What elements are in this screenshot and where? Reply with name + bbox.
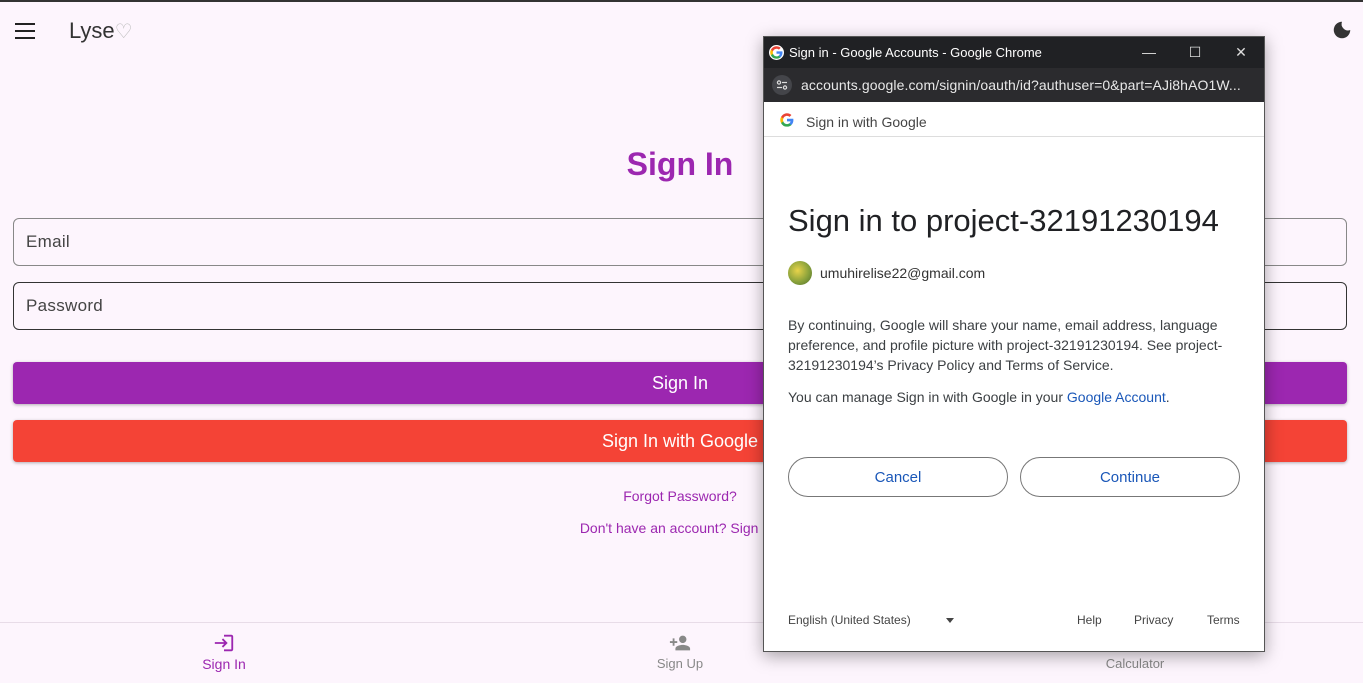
google-logo-icon: [780, 113, 794, 127]
nav-item-sign-up[interactable]: Sign Up: [580, 623, 780, 683]
chevron-down-icon[interactable]: [946, 618, 954, 623]
person-add-icon: [669, 635, 691, 651]
account-chip: umuhirelise22@gmail.com: [788, 261, 1242, 285]
cancel-button[interactable]: Cancel: [788, 457, 1008, 497]
minimize-icon[interactable]: —: [1136, 41, 1162, 63]
terms-link[interactable]: Terms: [1207, 613, 1240, 627]
login-icon: [214, 634, 234, 652]
nav-label-sign-in: Sign In: [202, 656, 246, 672]
manage-suffix: .: [1165, 389, 1170, 405]
heart-icon: ♡: [114, 21, 133, 43]
nav-item-sign-in[interactable]: Sign In: [124, 623, 324, 683]
address-bar[interactable]: accounts.google.com/signin/oauth/id?auth…: [764, 68, 1264, 102]
nav-label-sign-up: Sign Up: [656, 656, 704, 671]
continue-button[interactable]: Continue: [1020, 457, 1240, 497]
google-body: Sign in to project-32191230194 umuhireli…: [788, 203, 1242, 407]
maximize-icon[interactable]: ☐: [1182, 41, 1208, 63]
app-title-text: Lyse: [69, 18, 115, 43]
close-icon[interactable]: ✕: [1228, 41, 1254, 63]
menu-icon[interactable]: [15, 23, 35, 39]
chrome-google-icon: [769, 45, 784, 60]
manage-prefix: You can manage Sign in with Google in yo…: [788, 389, 1067, 405]
window-titlebar[interactable]: Sign in - Google Accounts - Google Chrom…: [764, 37, 1264, 68]
google-signin-window: Sign in - Google Accounts - Google Chrom…: [763, 36, 1265, 652]
consent-title: Sign in to project-32191230194: [788, 203, 1219, 238]
google-account-link[interactable]: Google Account: [1067, 389, 1166, 405]
window-title: Sign in - Google Accounts - Google Chrom…: [789, 45, 1042, 60]
app-title: Lyse♡: [69, 18, 133, 44]
privacy-link[interactable]: Privacy: [1134, 613, 1173, 627]
nav-label-calculator: Calculator: [1105, 656, 1165, 671]
google-header: Sign in with Google: [764, 102, 1264, 137]
avatar: [788, 261, 812, 285]
account-email: umuhirelise22@gmail.com: [820, 265, 986, 281]
help-link[interactable]: Help: [1077, 613, 1102, 627]
url-text: accounts.google.com/signin/oauth/id?auth…: [801, 77, 1241, 93]
site-settings-icon[interactable]: [772, 75, 792, 95]
manage-text: You can manage Sign in with Google in yo…: [788, 387, 1242, 407]
dark-mode-icon[interactable]: [1331, 19, 1353, 41]
google-header-text: Sign in with Google: [806, 114, 927, 130]
language-select[interactable]: English (United States): [788, 613, 911, 627]
consent-text: By continuing, Google will share your na…: [788, 317, 1223, 373]
